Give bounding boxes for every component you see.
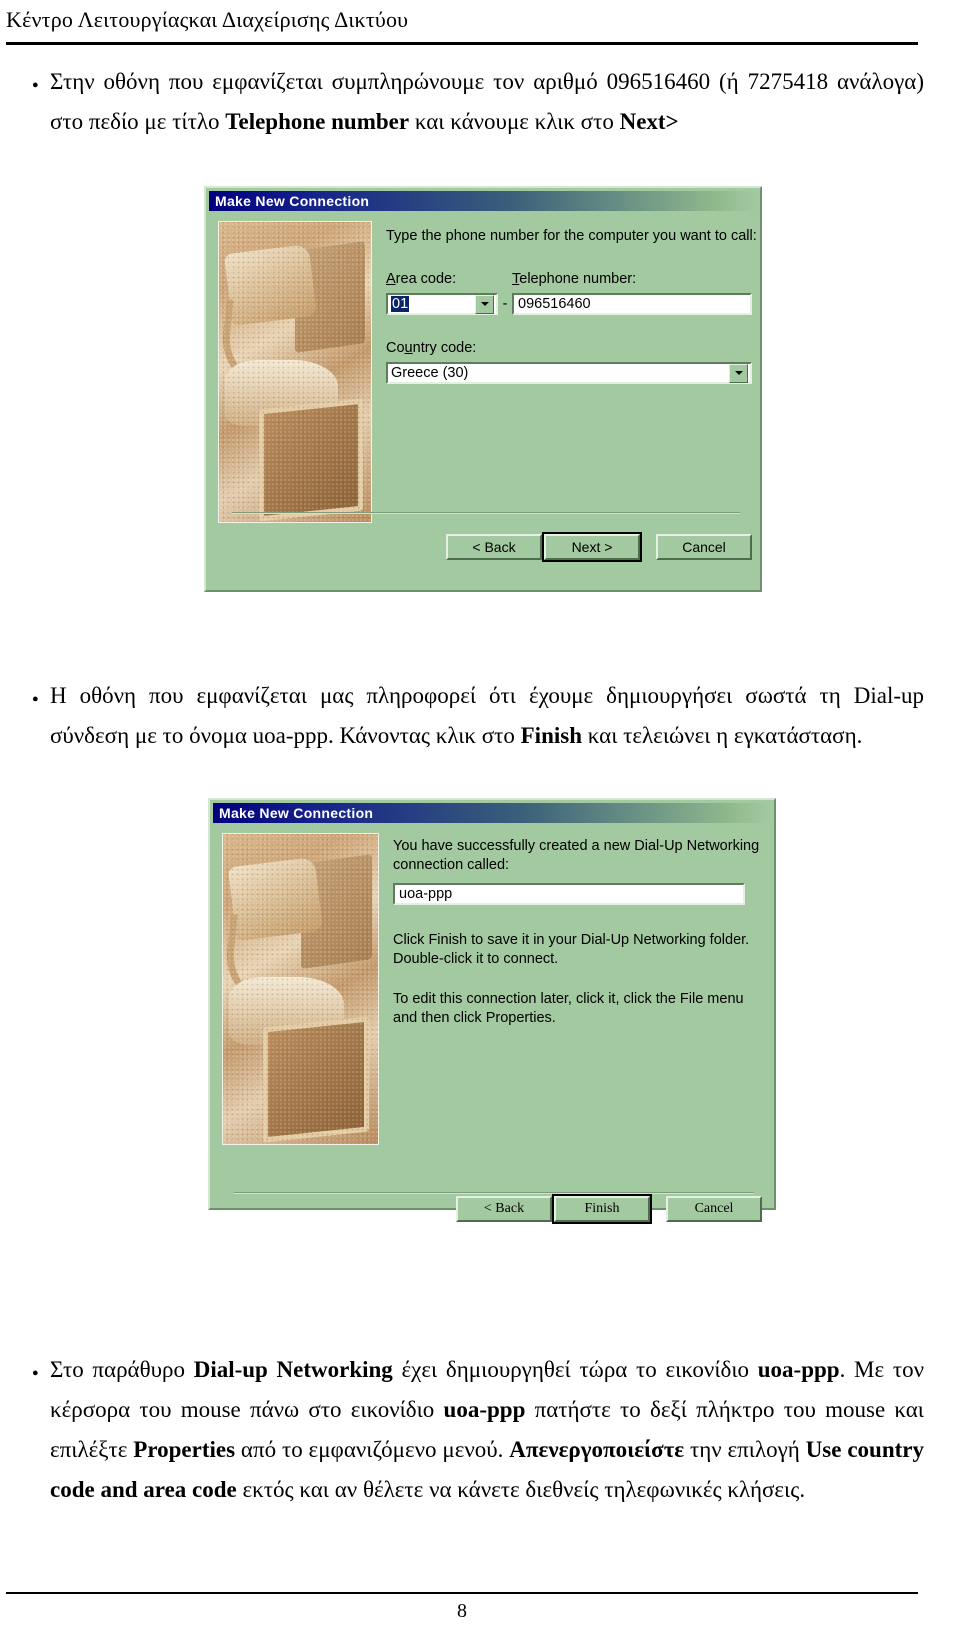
- dialog1-content: Type the phone number for the computer y…: [372, 221, 757, 523]
- telephone-number-label: Telephone number:: [512, 271, 637, 287]
- bullet-marker-icon: [28, 62, 50, 105]
- telephone-number-input[interactable]: 096516460: [512, 293, 752, 315]
- dialog2-title: Make New Connection: [219, 805, 374, 821]
- bullet-3-seg-2: έχει δημιουργηθεί τώρα το εικονίδιο: [392, 1357, 758, 1382]
- dialog2-footer-divider: [234, 1192, 754, 1194]
- next-button-label: Next >: [571, 539, 613, 555]
- bullet-3-seg-7: εκτός και αν θέλετε να κάνετε διεθνείς τ…: [236, 1477, 806, 1502]
- dialog1-titlebar[interactable]: Make New Connection: [209, 191, 757, 211]
- dialog2-content: You have successfully created a new Dial…: [379, 833, 762, 1145]
- illustration-grain-overlay: [219, 222, 371, 522]
- dialog1-footer-divider: [232, 512, 740, 514]
- cancel-button[interactable]: Cancel: [656, 534, 752, 560]
- dialog2-body: You have successfully created a new Dial…: [210, 823, 774, 1145]
- cancel-button-label: Cancel: [682, 539, 726, 555]
- spacer-dash-label: [498, 270, 512, 288]
- page-number: 8: [457, 1600, 467, 1622]
- country-code-label: Country code:: [386, 340, 477, 356]
- bullet-3-bold-2: uoa-ppp: [757, 1357, 840, 1382]
- bullet-item-1: Στην οθόνη που εμφανίζεται συμπληρώνουμε…: [28, 62, 924, 142]
- footer-divider: [6, 1592, 918, 1594]
- country-code-dropdown-arrow-icon[interactable]: [729, 363, 748, 383]
- bullet-3-seg-5: από το εμφανιζόμενο μενού.: [235, 1437, 510, 1462]
- bullet-1-bold-2: Next>: [619, 109, 679, 134]
- bullet-3-bold-1: Dial-up Networking: [193, 1357, 393, 1382]
- dialog2-titlebar[interactable]: Make New Connection: [213, 803, 771, 823]
- header-divider: [6, 42, 918, 45]
- make-new-connection-dialog-finish[interactable]: Make New Connection You have successfull…: [208, 798, 776, 1210]
- area-code-combobox[interactable]: 01: [386, 293, 498, 315]
- connection-name-value: uoa-ppp: [399, 886, 453, 902]
- back-button[interactable]: < Back: [446, 534, 542, 560]
- back-button-label: < Back: [483, 1201, 525, 1216]
- dialog2-instruction-line-1: Click Finish to save it in your Dial-Up …: [393, 932, 750, 948]
- country-code-combobox[interactable]: Greece (30): [386, 362, 752, 384]
- bullet-2-bold-1: Finish: [520, 723, 582, 748]
- dialog1-prompt: Type the phone number for the computer y…: [386, 228, 757, 244]
- bullet-3-text: Στο παράθυρο Dial-up Networking έχει δημ…: [50, 1350, 924, 1510]
- dialog2-success-line-1: You have successfully created a new Dial…: [393, 838, 760, 854]
- telephone-number-value: 096516460: [518, 296, 591, 312]
- dialog2-instruction-line-2: Double-click it to connect.: [393, 951, 559, 967]
- dialog1-button-row: < Back Next > Cancel: [446, 532, 752, 562]
- bullet-1-text: Στην οθόνη που εμφανίζεται συμπληρώνουμε…: [50, 62, 924, 142]
- area-code-value-wrap: 01: [391, 296, 475, 312]
- back-button[interactable]: < Back: [456, 1196, 552, 1222]
- bullet-3-bold-3: uoa-ppp: [443, 1397, 526, 1422]
- dialog2-buttons: < Back Finish Cancel: [456, 1194, 762, 1224]
- bullet-marker-icon: [28, 1350, 50, 1393]
- dialup-illustration-image: [218, 221, 372, 523]
- bullet-1-seg-2: και κάνουμε κλικ στο: [409, 109, 620, 134]
- make-new-connection-dialog-phone[interactable]: Make New Connection Type the phone numbe…: [204, 186, 762, 592]
- bullet-item-3: Στο παράθυρο Dial-up Networking έχει δημ…: [28, 1350, 924, 1510]
- bullet-3-seg-6: την επιλογή: [684, 1437, 806, 1462]
- bullet-2-text: Η οθόνη που εμφανίζεται μας πληροφορεί ό…: [50, 676, 924, 756]
- bullet-3-bold-5: Απενεργοποιείστε: [509, 1437, 685, 1462]
- dialog2-instruction-line-3: To edit this connection later, click it,…: [393, 991, 744, 1007]
- connection-name-input[interactable]: uoa-ppp: [393, 883, 745, 905]
- bullet-item-2: Η οθόνη που εμφανίζεται μας πληροφορεί ό…: [28, 676, 924, 756]
- bullet-2-seg-2: και τελειώνει η εγκατάσταση.: [582, 723, 863, 748]
- area-code-label: Area code:: [386, 271, 457, 287]
- dialog1-title: Make New Connection: [215, 193, 370, 209]
- area-code-dropdown-arrow-icon[interactable]: [475, 294, 494, 314]
- cancel-button[interactable]: Cancel: [666, 1196, 762, 1222]
- bullet-3-seg-1: Στο παράθυρο: [50, 1357, 194, 1382]
- dialog2-instruction-line-4: and then click Properties.: [393, 1010, 556, 1026]
- phone-dash-separator: -: [502, 296, 508, 312]
- bullet-1-bold-1: Telephone number: [225, 109, 410, 134]
- bullet-marker-icon: [28, 676, 50, 719]
- dialog1-body: Type the phone number for the computer y…: [206, 211, 760, 523]
- bullet-3-bold-4: Properties: [133, 1437, 236, 1462]
- finish-button-label: Finish: [584, 1201, 620, 1216]
- area-code-value: 01: [391, 296, 410, 312]
- country-code-value: Greece (30): [391, 365, 469, 381]
- dialog2-success-line-2: connection called:: [393, 857, 510, 873]
- cancel-button-label: Cancel: [694, 1201, 734, 1216]
- header-title: Κέντρο Λειτουργίαςκαι Διαχείρισης Δικτύο…: [6, 7, 409, 32]
- next-button[interactable]: Next >: [542, 532, 642, 562]
- dialup-illustration-image: [222, 833, 379, 1145]
- page-header: Κέντρο Λειτουργίαςκαι Διαχείρισης Δικτύο…: [6, 6, 918, 34]
- illustration-grain-overlay: [223, 834, 378, 1144]
- finish-button[interactable]: Finish: [552, 1194, 652, 1224]
- back-button-label: < Back: [472, 539, 516, 555]
